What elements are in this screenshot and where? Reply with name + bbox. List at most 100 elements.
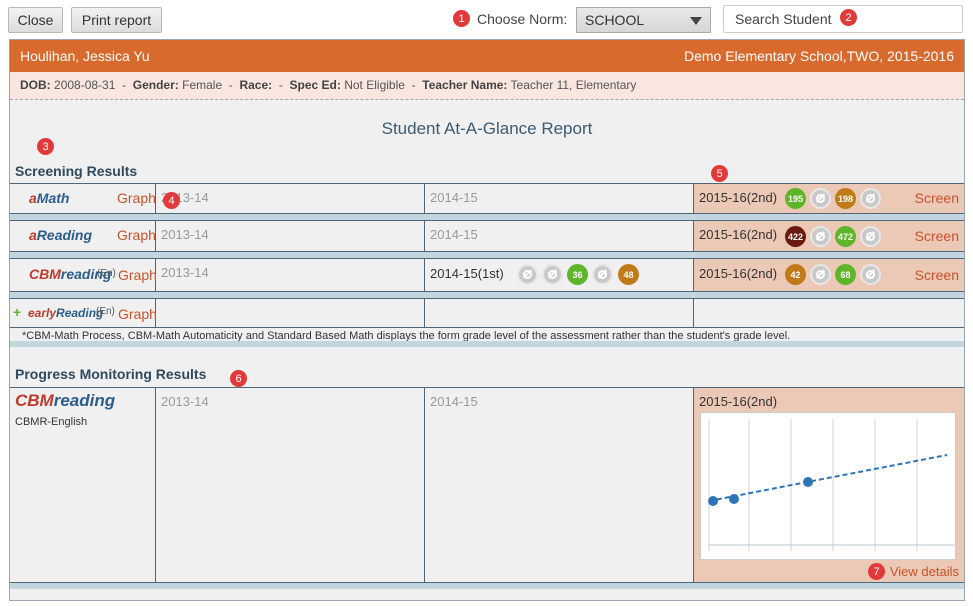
dob-value: 2008-08-31 [54, 78, 116, 92]
year-cell: 2013-14 [156, 388, 425, 582]
data-point [729, 494, 739, 504]
score-circle[interactable]: 195 [785, 188, 806, 209]
year-label: 2013-14 [161, 227, 209, 242]
report-panel: Houlihan, Jessica Yu Demo Elementary Sch… [9, 39, 965, 601]
areading-logo: aReading [29, 227, 93, 243]
year-label: 2014-15 [430, 190, 478, 205]
choose-norm-label: Choose Norm: [477, 11, 568, 27]
year-label: 2013-14 [161, 394, 209, 409]
school-info: Demo Elementary School,TWO, 2015-2016 [683, 48, 954, 64]
progress-chart-svg [708, 419, 955, 551]
sped-value: Not Eligible [344, 78, 405, 92]
graph-link-cbmreading[interactable]: Graph [118, 267, 157, 283]
year-label: 2013-14 [161, 265, 209, 280]
progress-row-cbmreading: CBMreading CBMR-English 2013-14 2014-15 … [10, 387, 964, 583]
graph-link-earlyreading[interactable]: Graph [118, 306, 157, 322]
screening-row-areading: aReading Graph 2013-14 2014-15 2015-16(2… [10, 220, 964, 252]
assessment-cell: CBMreading (En) Graph [10, 259, 157, 291]
year-label: 2014-15 [430, 227, 478, 242]
assessment-cell: + earlyReading (En) Graph [10, 299, 157, 327]
year-cell [425, 299, 694, 327]
student-header: Houlihan, Jessica Yu Demo Elementary Sch… [10, 40, 964, 72]
teacher-value: Teacher 11, Elementary [510, 78, 637, 92]
score-circle[interactable]: 68 [835, 264, 856, 285]
year-cell: 2014-15 [425, 388, 694, 582]
annotation-badge-1: 1 [453, 10, 470, 27]
annotation-badge-3: 3 [37, 138, 54, 155]
assessment-cell: aReading Graph [10, 221, 156, 251]
screening-row-amath: aMath Graph 2013-14 4 2014-15 2015-16(2n… [10, 183, 964, 214]
chevron-down-icon [690, 17, 702, 25]
report-title: Student At-A-Glance Report [381, 119, 593, 138]
progress-chart[interactable] [700, 412, 956, 560]
expand-plus-icon[interactable]: + [13, 304, 21, 320]
screen-link[interactable]: Screen [915, 267, 959, 283]
annotation-badge-2: 2 [840, 9, 857, 26]
language-suffix: (En) [97, 268, 116, 279]
year-cell-current [694, 299, 964, 327]
student-info-bar: DOB: 2008-08-31 - Gender: Female - Race:… [10, 72, 964, 100]
sped-label: Spec Ed: [289, 78, 341, 92]
progress-heading: Progress Monitoring Results [15, 366, 207, 382]
dob-label: DOB: [20, 78, 51, 92]
data-point [708, 496, 718, 506]
year-label: 2015-16(2nd) [699, 394, 778, 409]
year-cell [156, 299, 425, 327]
not-assessed-icon [860, 188, 881, 209]
not-assessed-icon [542, 264, 563, 285]
close-button[interactable]: Close [8, 7, 63, 33]
score-circle[interactable]: 472 [835, 226, 856, 247]
graph-link-amath[interactable]: Graph [117, 190, 156, 206]
norm-select-value: SCHOOL [585, 12, 645, 28]
year-cell: 2014-15(1st) 36 48 [425, 259, 694, 291]
screen-link[interactable]: Screen [915, 228, 959, 244]
score-circle[interactable]: 48 [618, 264, 639, 285]
language-suffix: (En) [96, 306, 115, 317]
graph-link-areading[interactable]: Graph [117, 227, 156, 243]
not-assessed-icon [810, 264, 831, 285]
separator: - [411, 78, 416, 92]
screening-heading: Screening Results [15, 163, 138, 179]
not-assessed-icon [517, 264, 538, 285]
year-cell: 2014-15 [425, 184, 694, 213]
score-circle[interactable]: 198 [835, 188, 856, 209]
data-point [803, 477, 813, 487]
separator: - [228, 78, 233, 92]
screening-row-cbmreading: CBMreading (En) Graph 2013-14 2014-15(1s… [10, 258, 964, 292]
year-label: 2015-16(2nd) [699, 266, 778, 281]
year-cell: 2013-14 [156, 259, 425, 291]
annotation-badge-5: 5 [711, 165, 728, 182]
section-divider [10, 583, 964, 589]
not-assessed-icon [810, 226, 831, 247]
student-name: Houlihan, Jessica Yu [20, 48, 150, 64]
section-divider [10, 341, 964, 347]
year-label: 2015-16(2nd) [699, 190, 778, 205]
year-label: 2014-15(1st) [430, 266, 504, 281]
separator: - [122, 78, 127, 92]
year-cell: 2014-15 [425, 221, 694, 251]
screen-link[interactable]: Screen [915, 190, 959, 206]
amath-logo: aMath [29, 190, 70, 206]
view-details-link[interactable]: View details [890, 564, 959, 579]
assessment-cell: aMath Graph [10, 184, 156, 213]
year-cell-current: 2015-16(2nd) 42 68 Screen [694, 259, 964, 291]
year-cell-current: 2015-16(2nd) 195 198 Screen [694, 184, 964, 213]
norm-select[interactable]: SCHOOL [576, 7, 711, 33]
year-cell: 2013-14 4 [156, 184, 425, 213]
score-circle[interactable]: 422 [785, 226, 806, 247]
not-assessed-icon [860, 226, 881, 247]
year-label: 2015-16(2nd) [699, 227, 778, 242]
year-cell-current: 2015-16(2nd) 7 View details [694, 388, 964, 582]
year-cell-current: 2015-16(2nd) 422 472 Screen [694, 221, 964, 251]
not-assessed-icon [810, 188, 831, 209]
not-assessed-icon [592, 264, 613, 285]
earlyreading-logo: earlyReading [28, 306, 104, 320]
cbmr-english-label: CBMR-English [15, 416, 88, 428]
not-assessed-icon [860, 264, 881, 285]
gender-value: Female [182, 78, 223, 92]
score-circle[interactable]: 36 [567, 264, 588, 285]
print-report-button[interactable]: Print report [71, 7, 162, 33]
score-circle[interactable]: 42 [785, 264, 806, 285]
screening-row-earlyreading: + earlyReading (En) Graph [10, 298, 964, 328]
assessment-cell: CBMreading CBMR-English [10, 388, 156, 582]
